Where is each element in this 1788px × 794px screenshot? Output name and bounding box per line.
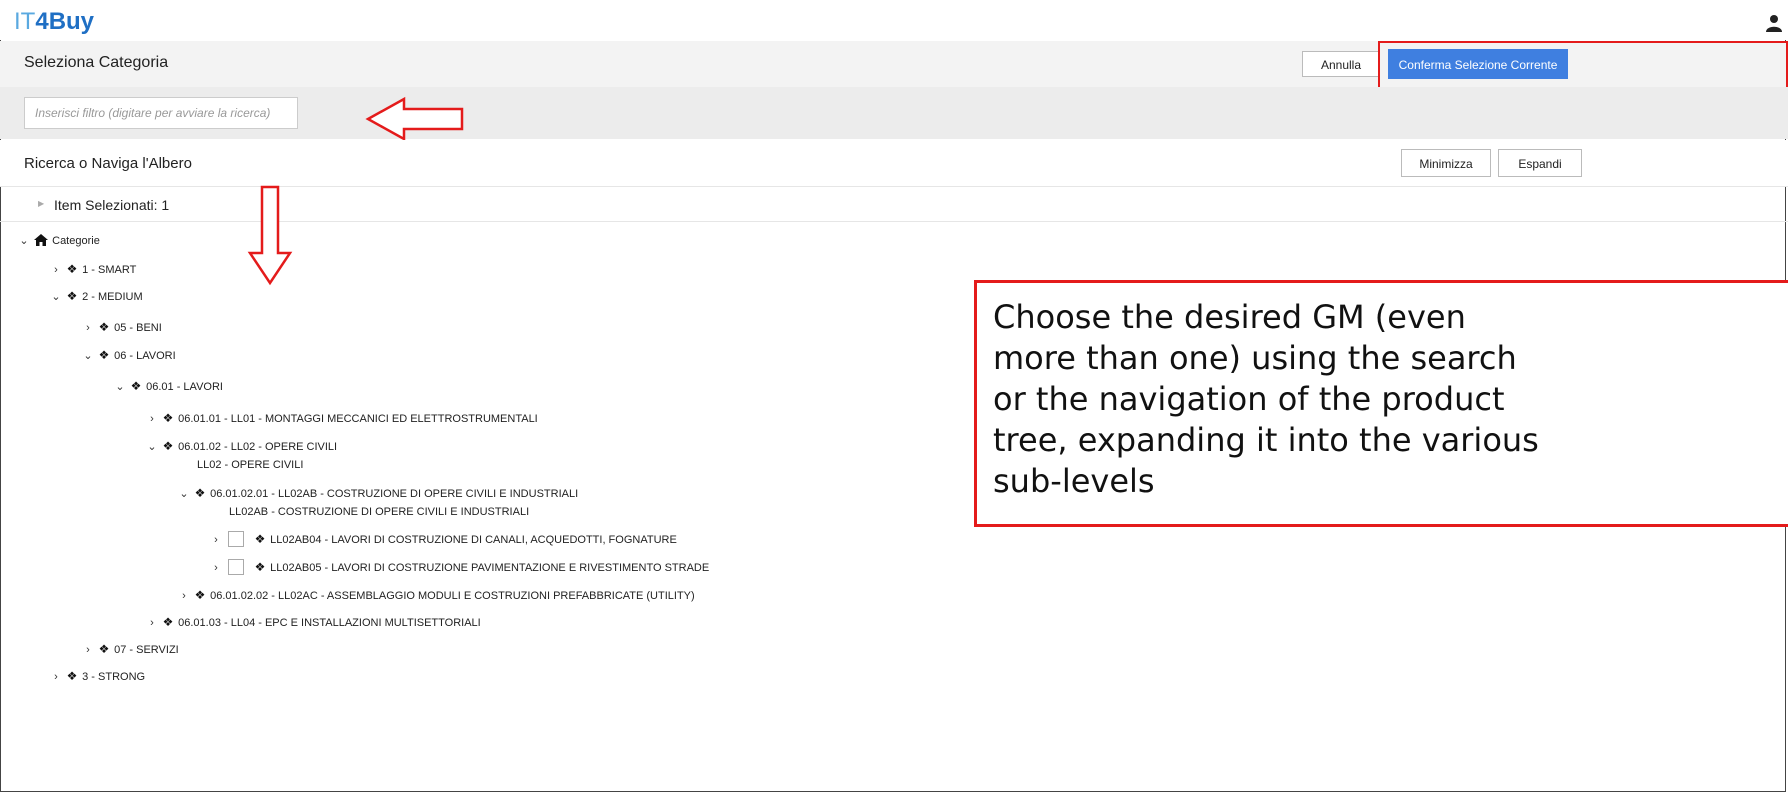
chevron-right-icon[interactable]: › xyxy=(146,614,158,632)
diamond-cluster-icon: ❖ xyxy=(66,289,78,303)
tree-leaf-label: LL02AB05 - LAVORI DI COSTRUZIONE PAVIMEN… xyxy=(270,562,710,574)
tree-nav-row: Ricerca o Naviga l'Albero Minimizza Espa… xyxy=(0,140,1788,187)
arrow-down-annotation xyxy=(247,185,293,286)
tree-node-060102[interactable]: ⌄ ❖ 06.01.02 - LL02 - OPERE CIVILI xyxy=(146,437,337,455)
chevron-right-icon[interactable]: › xyxy=(146,410,158,428)
tree-node-label: 06.01.03 - LL04 - EPC E INSTALLAZIONI MU… xyxy=(178,617,481,629)
diamond-outline-icon: ❖ xyxy=(254,532,266,546)
top-bar: IT4Buy xyxy=(0,0,1788,40)
chevron-down-icon[interactable]: ⌄ xyxy=(114,378,126,396)
diamond-cluster-icon: ❖ xyxy=(162,615,174,629)
diamond-cluster-icon: ❖ xyxy=(66,262,78,276)
tree-node-label: 06 - LAVORI xyxy=(114,350,176,362)
diamond-cluster-icon: ❖ xyxy=(98,320,110,334)
tree-leaf-ll02ab05[interactable]: › ❖ LL02AB05 - LAVORI DI COSTRUZIONE PAV… xyxy=(210,558,709,576)
tree-node-label: 06.01.02.02 - LL02AC - ASSEMBLAGGIO MODU… xyxy=(210,590,695,602)
expand-button[interactable]: Espandi xyxy=(1498,149,1582,177)
tree-node-medium[interactable]: ⌄ ❖ 2 - MEDIUM xyxy=(50,287,143,306)
tree-leaf-ll02ab04[interactable]: › ❖ LL02AB04 - LAVORI DI COSTRUZIONE DI … xyxy=(210,530,677,548)
logo-buy: Buy xyxy=(48,8,95,35)
diamond-cluster-icon: ❖ xyxy=(162,411,174,425)
tree-node-label: 06.01.01 - LL01 - MONTAGGI MECCANICI ED … xyxy=(178,413,538,425)
minimize-button[interactable]: Minimizza xyxy=(1401,149,1491,177)
tree-node-beni[interactable]: › ❖ 05 - BENI xyxy=(82,318,162,336)
tree-node-lavori[interactable]: ⌄ ❖ 06 - LAVORI xyxy=(82,346,176,365)
tree-node-label: Categorie xyxy=(52,235,100,247)
app-logo[interactable]: IT4Buy xyxy=(14,8,94,36)
arrow-left-annotation xyxy=(365,96,464,142)
diamond-cluster-icon: ❖ xyxy=(66,669,78,683)
tree-nav-title: Ricerca o Naviga l'Albero xyxy=(24,155,192,172)
logo-4: 4 xyxy=(35,8,49,35)
diamond-cluster-icon: ❖ xyxy=(162,439,174,453)
tree-node-label: 06.01.02.01 - LL02AB - COSTRUZIONE DI OP… xyxy=(210,488,579,500)
chevron-right-icon[interactable]: › xyxy=(50,261,62,279)
tree-node-label: 06.01 - LAVORI xyxy=(146,381,223,393)
filter-row xyxy=(0,87,1788,139)
chevron-right-icon[interactable]: › xyxy=(82,319,94,337)
tree-node-060103[interactable]: › ❖ 06.01.03 - LL04 - EPC E INSTALLAZION… xyxy=(146,613,481,631)
tree-node-label: 06.01.02 - LL02 - OPERE CIVILI xyxy=(178,441,338,453)
tree-node-smart[interactable]: › ❖ 1 - SMART xyxy=(50,260,136,278)
diamond-outline-icon: ❖ xyxy=(254,560,266,574)
tree-node-label: 1 - SMART xyxy=(82,264,137,276)
chevron-down-icon[interactable]: ⌄ xyxy=(50,288,62,306)
page-title: Seleziona Categoria xyxy=(24,54,169,71)
instruction-callout: Choose the desired GM (even more than on… xyxy=(974,280,1788,527)
diamond-cluster-icon: ❖ xyxy=(194,486,206,500)
tree-node-label: 05 - BENI xyxy=(114,322,162,334)
chevron-right-icon[interactable]: › xyxy=(210,531,222,549)
tree-node-root[interactable]: ⌄ Categorie xyxy=(18,232,100,250)
chevron-down-icon[interactable]: ⌄ xyxy=(82,347,94,365)
diamond-cluster-icon: ❖ xyxy=(194,588,206,602)
tree-node-label: 2 - MEDIUM xyxy=(82,291,143,303)
selected-items-label: Item Selezionati: 1 xyxy=(54,197,170,213)
tree-node-06010202[interactable]: › ❖ 06.01.02.02 - LL02AC - ASSEMBLAGGIO … xyxy=(178,586,695,604)
chevron-down-icon[interactable]: ⌄ xyxy=(146,438,158,456)
chevron-right-icon[interactable]: › xyxy=(50,668,62,686)
tree-node-label: 07 - SERVIZI xyxy=(114,644,179,656)
chevron-right-icon[interactable]: › xyxy=(82,641,94,659)
chevron-right-icon[interactable]: › xyxy=(210,559,222,577)
filter-input[interactable] xyxy=(24,97,298,129)
cancel-button[interactable]: Annulla xyxy=(1302,51,1380,77)
logo-it: IT xyxy=(14,8,36,35)
chevron-down-icon[interactable]: ⌄ xyxy=(178,485,190,503)
tree-node-strong[interactable]: › ❖ 3 - STRONG xyxy=(50,667,145,685)
home-icon xyxy=(33,234,49,252)
chevron-down-icon[interactable]: ⌄ xyxy=(18,232,30,250)
tree-node-description: LL02 - OPERE CIVILI xyxy=(197,459,304,471)
diamond-cluster-icon: ❖ xyxy=(98,642,110,656)
diamond-cluster-icon: ❖ xyxy=(98,348,110,362)
tree-node-060101[interactable]: › ❖ 06.01.01 - LL01 - MONTAGGI MECCANICI… xyxy=(146,409,538,427)
tree-node-servizi[interactable]: › ❖ 07 - SERVIZI xyxy=(82,640,179,658)
leaf-checkbox[interactable] xyxy=(228,559,244,575)
user-icon[interactable] xyxy=(1766,14,1782,32)
tree-node-description: LL02AB - COSTRUZIONE DI OPERE CIVILI E I… xyxy=(229,506,530,518)
diamond-cluster-icon: ❖ xyxy=(130,379,142,393)
chevron-right-icon[interactable]: › xyxy=(178,587,190,605)
leaf-checkbox[interactable] xyxy=(228,531,244,547)
tree-leaf-label: LL02AB04 - LAVORI DI COSTRUZIONE DI CANA… xyxy=(270,534,677,546)
caret-right-icon: ▶ xyxy=(38,199,45,208)
callout-text: Choose the desired GM (even more than on… xyxy=(993,298,1539,500)
tree-node-0601[interactable]: ⌄ ❖ 06.01 - LAVORI xyxy=(114,377,223,395)
tree-node-06010201[interactable]: ⌄ ❖ 06.01.02.01 - LL02AB - COSTRUZIONE D… xyxy=(178,484,578,502)
tree-node-label: 3 - STRONG xyxy=(82,671,146,683)
